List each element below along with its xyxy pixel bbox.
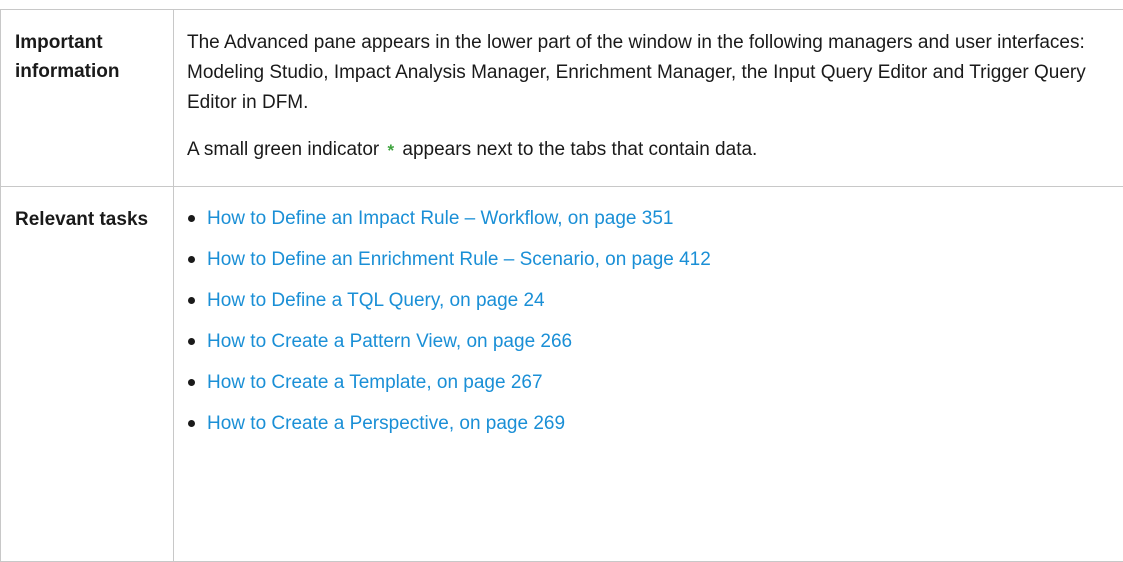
bullet-icon [188,379,195,386]
task-link-list: How to Define an Impact Rule – Workflow,… [174,187,1123,438]
link-create-pattern-view[interactable]: How to Create a Pattern View, on page 26… [207,327,572,356]
list-item: How to Define a TQL Query, on page 24 [187,286,1123,315]
relevant-tasks-row: Relevant tasks How to Define an Impact R… [1,187,1123,562]
bullet-icon [188,215,195,222]
bullet-icon [188,256,195,263]
list-item: How to Create a Perspective, on page 269 [187,409,1123,438]
indicator-note: A small green indicator * appears next t… [174,118,1123,186]
list-item: How to Define an Impact Rule – Workflow,… [187,204,1123,233]
bullet-icon [188,338,195,345]
advanced-pane-description: The Advanced pane appears in the lower p… [174,10,1123,118]
important-information-content-cell: The Advanced pane appears in the lower p… [174,10,1123,187]
important-information-label-cell: Important information [1,10,174,187]
important-information-label: Important information [1,10,173,86]
bullet-icon [188,420,195,427]
list-item: How to Define an Enrichment Rule – Scena… [187,245,1123,274]
indicator-note-text-after: appears next to the tabs that contain da… [397,139,757,160]
link-create-perspective[interactable]: How to Create a Perspective, on page 269 [207,409,565,438]
bullet-icon [188,297,195,304]
relevant-tasks-content-cell: How to Define an Impact Rule – Workflow,… [174,187,1123,562]
link-define-enrichment-rule[interactable]: How to Define an Enrichment Rule – Scena… [207,245,711,274]
list-item: How to Create a Template, on page 267 [187,368,1123,397]
relevant-tasks-label-cell: Relevant tasks [1,187,174,562]
link-define-tql-query[interactable]: How to Define a TQL Query, on page 24 [207,286,545,315]
list-item: How to Create a Pattern View, on page 26… [187,327,1123,356]
indicator-note-text-before: A small green indicator [187,139,385,160]
important-information-row: Important information The Advanced pane … [1,10,1123,187]
green-indicator-icon: * [388,142,395,159]
info-table: Important information The Advanced pane … [0,9,1123,562]
link-create-template[interactable]: How to Create a Template, on page 267 [207,368,543,397]
relevant-tasks-label: Relevant tasks [1,187,173,234]
link-define-impact-rule[interactable]: How to Define an Impact Rule – Workflow,… [207,204,673,233]
